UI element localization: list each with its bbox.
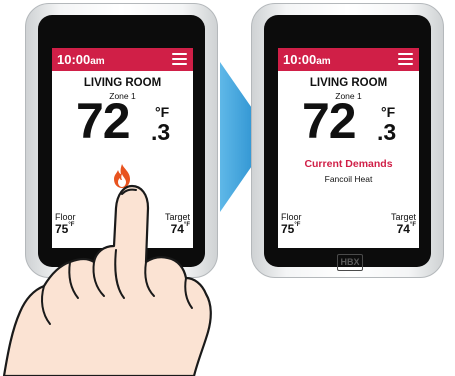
temperature-whole: 72 xyxy=(76,93,131,149)
thermostat-screen: 10:00am LIVING ROOM Zone 1 72 °F .3 Floo… xyxy=(52,48,193,248)
current-demands-title: Current Demands xyxy=(304,158,393,170)
instruction-illustration: 10:00am LIVING ROOM Zone 1 72 °F .3 Floo… xyxy=(0,0,455,376)
clock-ampm: am xyxy=(90,56,105,67)
target-label: Target xyxy=(164,212,190,222)
flame-icon[interactable] xyxy=(111,163,133,189)
temperature-whole: 72 xyxy=(302,93,357,149)
thermostat-after: 10:00am LIVING ROOM Zone 1 72 °F .3 Curr… xyxy=(251,3,444,278)
clock-time: 10:00 xyxy=(283,52,317,67)
clock: 10:00am xyxy=(57,52,105,69)
floor-temperature: 75°F xyxy=(281,222,300,236)
brand-logo: HBX xyxy=(337,254,363,271)
floor-label: Floor xyxy=(281,212,302,222)
target-value: 74 xyxy=(170,222,184,236)
target-value: 74 xyxy=(396,222,410,236)
room-name: LIVING ROOM xyxy=(83,77,162,89)
temperature-unit: °F xyxy=(381,104,396,120)
floor-unit: °F xyxy=(294,222,301,228)
target-unit: °F xyxy=(183,222,190,228)
status-bar: 10:00am xyxy=(278,48,419,71)
target-unit: °F xyxy=(409,222,416,228)
room-name: LIVING ROOM xyxy=(309,77,388,89)
clock-ampm: am xyxy=(316,56,331,67)
floor-value: 75 xyxy=(55,222,69,236)
menu-icon[interactable] xyxy=(172,53,187,66)
floor-value: 75 xyxy=(281,222,295,236)
menu-icon[interactable] xyxy=(398,53,413,66)
thermostat-before: 10:00am LIVING ROOM Zone 1 72 °F .3 Floo… xyxy=(25,3,218,278)
temperature-unit: °F xyxy=(155,104,170,120)
clock-time: 10:00 xyxy=(57,52,91,67)
target-temperature[interactable]: 74°F xyxy=(171,222,190,236)
floor-temperature: 75°F xyxy=(55,222,74,236)
current-demand-item: Fancoil Heat xyxy=(324,174,373,184)
target-temperature[interactable]: 74°F xyxy=(397,222,416,236)
temperature-decimal: .3 xyxy=(151,119,171,145)
clock: 10:00am xyxy=(283,52,331,69)
target-label: Target xyxy=(390,212,416,222)
status-bar: 10:00am xyxy=(52,48,193,71)
thermostat-screen: 10:00am LIVING ROOM Zone 1 72 °F .3 Curr… xyxy=(278,48,419,248)
floor-label: Floor xyxy=(55,212,76,222)
floor-unit: °F xyxy=(68,222,75,228)
temperature-decimal: .3 xyxy=(377,119,397,145)
